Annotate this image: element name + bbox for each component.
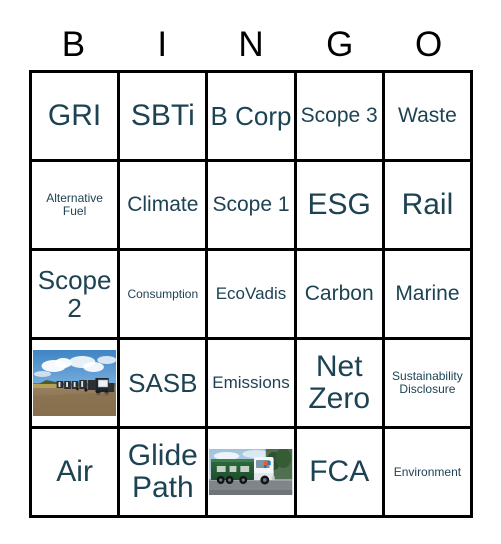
bingo-cell-glide-path[interactable]: Glide Path: [120, 429, 209, 518]
bingo-cell-environment[interactable]: Environment: [384, 429, 474, 518]
bingo-cell-label: EcoVadis: [215, 283, 287, 303]
bingo-cell-label: SASB: [128, 367, 198, 398]
bingo-cell-label: Scope 3: [300, 103, 378, 127]
bingo-cell-esg[interactable]: ESG: [296, 162, 385, 251]
bingo-cell-label: SBTi: [130, 98, 195, 132]
bingo-cell-label: Environment: [393, 464, 462, 479]
bingo-cell-label: FCA: [309, 454, 370, 488]
bingo-cell-b-corp[interactable]: B Corp: [208, 73, 297, 162]
bingo-cell-emissions[interactable]: Emissions: [208, 340, 297, 429]
bingo-cell-scope-3[interactable]: Scope 3: [296, 73, 385, 162]
bingo-cell-consumption[interactable]: Consumption: [120, 251, 209, 340]
bingo-cell-label: Emissions: [212, 372, 290, 392]
bingo-cell-label: ESG: [307, 187, 371, 221]
bingo-cell-rail[interactable]: Rail: [384, 162, 474, 251]
bingo-cell-label: Alternative Fuel: [46, 191, 103, 218]
bingo-cell-label: Marine: [395, 281, 460, 305]
bingo-cell-label: Carbon: [304, 281, 374, 305]
bingo-header-letter-o: O: [414, 24, 443, 64]
bingo-header-letter-g: G: [326, 24, 354, 64]
bingo-cell-label: Waste: [398, 103, 457, 127]
bingo-cell-green-semi-truck-on-road-photo[interactable]: [208, 429, 297, 518]
bingo-cell-gri[interactable]: GRI: [32, 73, 121, 162]
bingo-row: SASB Emissions Net Zero Sustainability Disc…: [32, 340, 474, 429]
bingo-cell-marine[interactable]: Marine: [384, 251, 474, 340]
bingo-cell-fca[interactable]: FCA: [296, 429, 385, 518]
bingo-cell-label: Sustainability Disclosure: [392, 369, 463, 396]
truck-fleet-dirt-lot-photo: [33, 350, 117, 416]
bingo-cell-label: Glide Path: [127, 438, 198, 504]
bingo-cell-sbti[interactable]: SBTi: [120, 73, 209, 162]
bingo-cell-label: GRI: [47, 98, 102, 132]
bingo-cell-air[interactable]: Air: [32, 429, 121, 518]
bingo-cell-waste[interactable]: Waste: [384, 73, 474, 162]
bingo-header-letter-i: I: [157, 24, 168, 64]
bingo-header-letter-b: B: [61, 24, 86, 64]
bingo-cell-carbon[interactable]: Carbon: [296, 251, 385, 340]
bingo-cell-truck-fleet-dirt-lot-photo[interactable]: [32, 340, 121, 429]
bingo-cell-label: B Corp: [210, 100, 292, 131]
bingo-cell-label: Rail: [401, 187, 454, 221]
bingo-cell-label: Air: [56, 454, 93, 488]
bingo-card: B I N G O GRI SBTi B Corp Scope 3 Waste Alternati…: [0, 0, 501, 544]
bingo-cell-label: Net Zero: [308, 349, 371, 415]
bingo-cell-net-zero[interactable]: Net Zero: [296, 340, 385, 429]
bingo-row: GRI SBTi B Corp Scope 3 Waste: [32, 73, 474, 162]
bingo-cell-label: Consumption: [127, 286, 199, 301]
bingo-cell-scope-2[interactable]: Scope 2: [32, 251, 121, 340]
bingo-row: Alternative Fuel Climate Scope 1 ESG Rail: [32, 162, 474, 251]
bingo-cell-label: Scope 2: [37, 264, 112, 323]
bingo-cell-climate[interactable]: Climate: [120, 162, 209, 251]
bingo-cell-alternative-fuel[interactable]: Alternative Fuel: [32, 162, 121, 251]
bingo-row: Air Glide Path FCA Environment: [32, 429, 474, 518]
bingo-header-letter-n: N: [238, 24, 264, 64]
bingo-header-row: BINGO: [29, 22, 473, 66]
bingo-row: Scope 2 Consumption EcoVadis Carbon Marine: [32, 251, 474, 340]
bingo-cell-ecovadis[interactable]: EcoVadis: [208, 251, 297, 340]
bingo-cell-sustainability-disclosure[interactable]: Sustainability Disclosure: [384, 340, 474, 429]
bingo-grid: GRI SBTi B Corp Scope 3 Waste Alternative Fue…: [29, 70, 474, 518]
green-semi-truck-on-road-photo: [209, 449, 293, 495]
bingo-cell-label: Scope 1: [212, 192, 290, 216]
bingo-cell-sasb[interactable]: SASB: [120, 340, 209, 429]
bingo-cell-scope-1[interactable]: Scope 1: [208, 162, 297, 251]
bingo-cell-label: Climate: [127, 192, 199, 216]
